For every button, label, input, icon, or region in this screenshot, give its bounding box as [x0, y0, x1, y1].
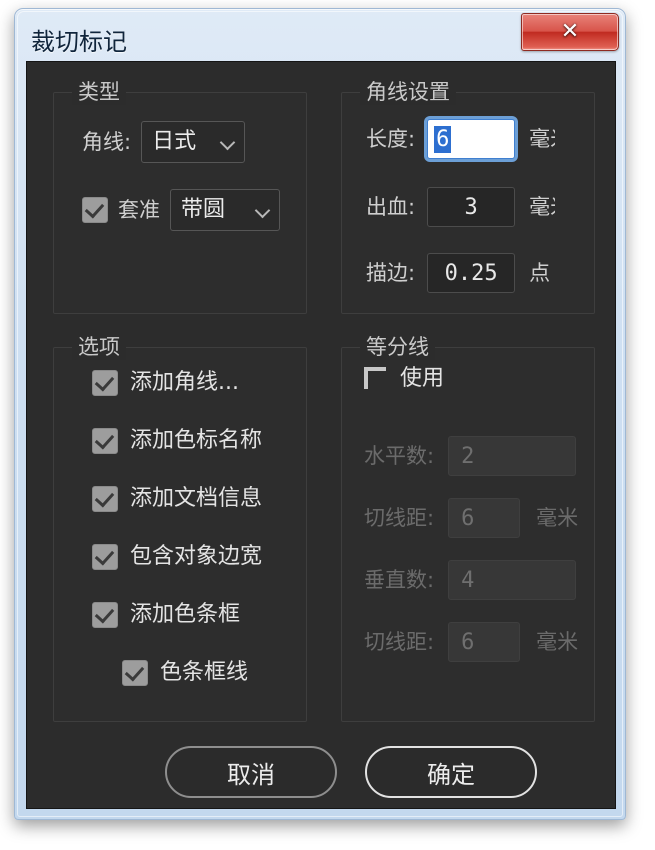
group-options: 选项 添加角线... 添加色标名称 添加文档信息 包含对象边宽 添加色条框 色条…	[53, 334, 307, 722]
horizontal-offset-unit: 毫米	[536, 506, 579, 530]
stroke-label: 描边:	[366, 261, 416, 285]
checkbox-label: 添加色条框	[130, 602, 241, 627]
vertical-offset-unit: 毫米	[536, 630, 579, 654]
corner-line-label: 角线:	[82, 130, 132, 154]
ok-button[interactable]: 确定	[365, 746, 537, 798]
check-icon	[94, 371, 115, 392]
checkbox[interactable]	[92, 544, 118, 570]
bleed-row: 出血: 3 毫米	[366, 187, 555, 227]
window-title: 裁切标记	[31, 28, 127, 56]
group-divider-lines-title: 等分线	[360, 334, 435, 360]
group-options-title: 选项	[72, 334, 126, 360]
corner-line-row: 角线: 日式	[82, 121, 246, 163]
check-icon	[94, 545, 115, 566]
registration-value: 带圆	[181, 197, 226, 222]
vertical-count-row: 垂直数: 4	[364, 560, 577, 600]
checkbox[interactable]	[92, 486, 118, 512]
corner-line-value: 日式	[152, 129, 197, 154]
checkbox[interactable]	[122, 660, 148, 686]
divider-enable-row[interactable]: 使用	[364, 366, 444, 392]
vertical-count-label: 垂直数:	[364, 568, 435, 592]
group-type-title: 类型	[72, 79, 126, 105]
checkbox-label: 包含对象边宽	[130, 544, 263, 569]
checkbox-label: 色条框线	[160, 660, 249, 685]
checkbox[interactable]	[92, 428, 118, 454]
option-add-color-name[interactable]: 添加色标名称	[92, 428, 262, 454]
checkbox-label: 添加角线...	[130, 370, 239, 395]
option-add-corner-lines[interactable]: 添加角线...	[92, 370, 239, 396]
length-input[interactable]: 6	[427, 119, 516, 159]
checkbox[interactable]	[92, 370, 118, 396]
option-add-doc-info[interactable]: 添加文档信息	[92, 486, 262, 512]
checkbox[interactable]	[92, 602, 118, 628]
vertical-offset-row: 切线距: 6 毫米	[364, 622, 578, 662]
horizontal-count-input: 2	[448, 436, 577, 476]
horizontal-offset-row: 切线距: 6 毫米	[364, 498, 578, 538]
stroke-unit: 点	[529, 261, 551, 285]
option-include-object-width[interactable]: 包含对象边宽	[92, 544, 262, 570]
chevron-down-icon	[220, 137, 236, 147]
registration-row: 套准 带圆	[82, 189, 280, 231]
check-icon	[94, 429, 115, 450]
checkbox-label: 添加色标名称	[130, 428, 263, 453]
cancel-button[interactable]: 取消	[165, 746, 337, 798]
screen: 裁切标记 ✕ 类型 角线: 日式 套准 带圆 角线设置 长度: 6 毫 出血: …	[0, 0, 655, 850]
corner-line-dropdown[interactable]: 日式	[141, 121, 246, 163]
divider-enable-label: 使用	[400, 366, 445, 391]
vertical-offset-input: 6	[448, 622, 521, 662]
close-icon: ✕	[560, 19, 580, 44]
bleed-unit: 毫米	[529, 195, 555, 219]
bleed-input[interactable]: 3	[427, 187, 516, 227]
group-divider-lines: 等分线 使用 水平数: 2 切线距: 6 毫米 垂直数: 4 切线距: 6 毫米	[341, 334, 595, 722]
vertical-offset-label: 切线距:	[364, 630, 435, 654]
bleed-label: 出血:	[366, 195, 416, 219]
check-icon	[84, 198, 105, 219]
check-icon	[94, 603, 115, 624]
length-unit: 毫米	[529, 127, 555, 151]
option-add-color-bar[interactable]: 添加色条框	[92, 602, 240, 628]
dialog-window: 裁切标记 ✕ 类型 角线: 日式 套准 带圆 角线设置 长度: 6 毫 出血: …	[14, 8, 626, 820]
horizontal-count-label: 水平数:	[364, 444, 435, 468]
title-bar: 裁切标记 ✕	[15, 9, 627, 65]
check-icon	[124, 661, 145, 682]
group-corner-settings-title: 角线设置	[360, 79, 456, 105]
group-type: 类型 角线: 日式 套准 带圆	[53, 79, 307, 314]
dialog-body: 类型 角线: 日式 套准 带圆 角线设置 长度: 6 毫 出血: 3 毫 描边:…	[26, 61, 616, 809]
chevron-down-icon	[255, 205, 271, 215]
stroke-input[interactable]: 0.25	[427, 253, 516, 293]
registration-checkbox[interactable]	[82, 197, 108, 223]
divider-enable-checkbox[interactable]	[364, 367, 388, 391]
vertical-count-input: 4	[448, 560, 577, 600]
checkbox-label: 添加文档信息	[130, 486, 263, 511]
length-row: 长度: 6 毫米	[366, 119, 555, 159]
close-button[interactable]: ✕	[521, 13, 619, 51]
group-corner-settings: 角线设置 长度: 6 毫米 出血: 3 毫米 描边: 0.25 点	[341, 79, 595, 314]
option-color-bar-frame-line[interactable]: 色条框线	[122, 660, 248, 686]
length-label: 长度:	[366, 127, 416, 151]
length-input-value: 6	[434, 125, 452, 153]
horizontal-offset-label: 切线距:	[364, 506, 435, 530]
registration-label: 套准	[118, 198, 160, 222]
horizontal-offset-input: 6	[448, 498, 521, 538]
registration-dropdown[interactable]: 带圆	[170, 189, 280, 231]
horizontal-count-row: 水平数: 2	[364, 436, 577, 476]
stroke-row: 描边: 0.25 点	[366, 253, 550, 293]
check-icon	[94, 487, 115, 508]
